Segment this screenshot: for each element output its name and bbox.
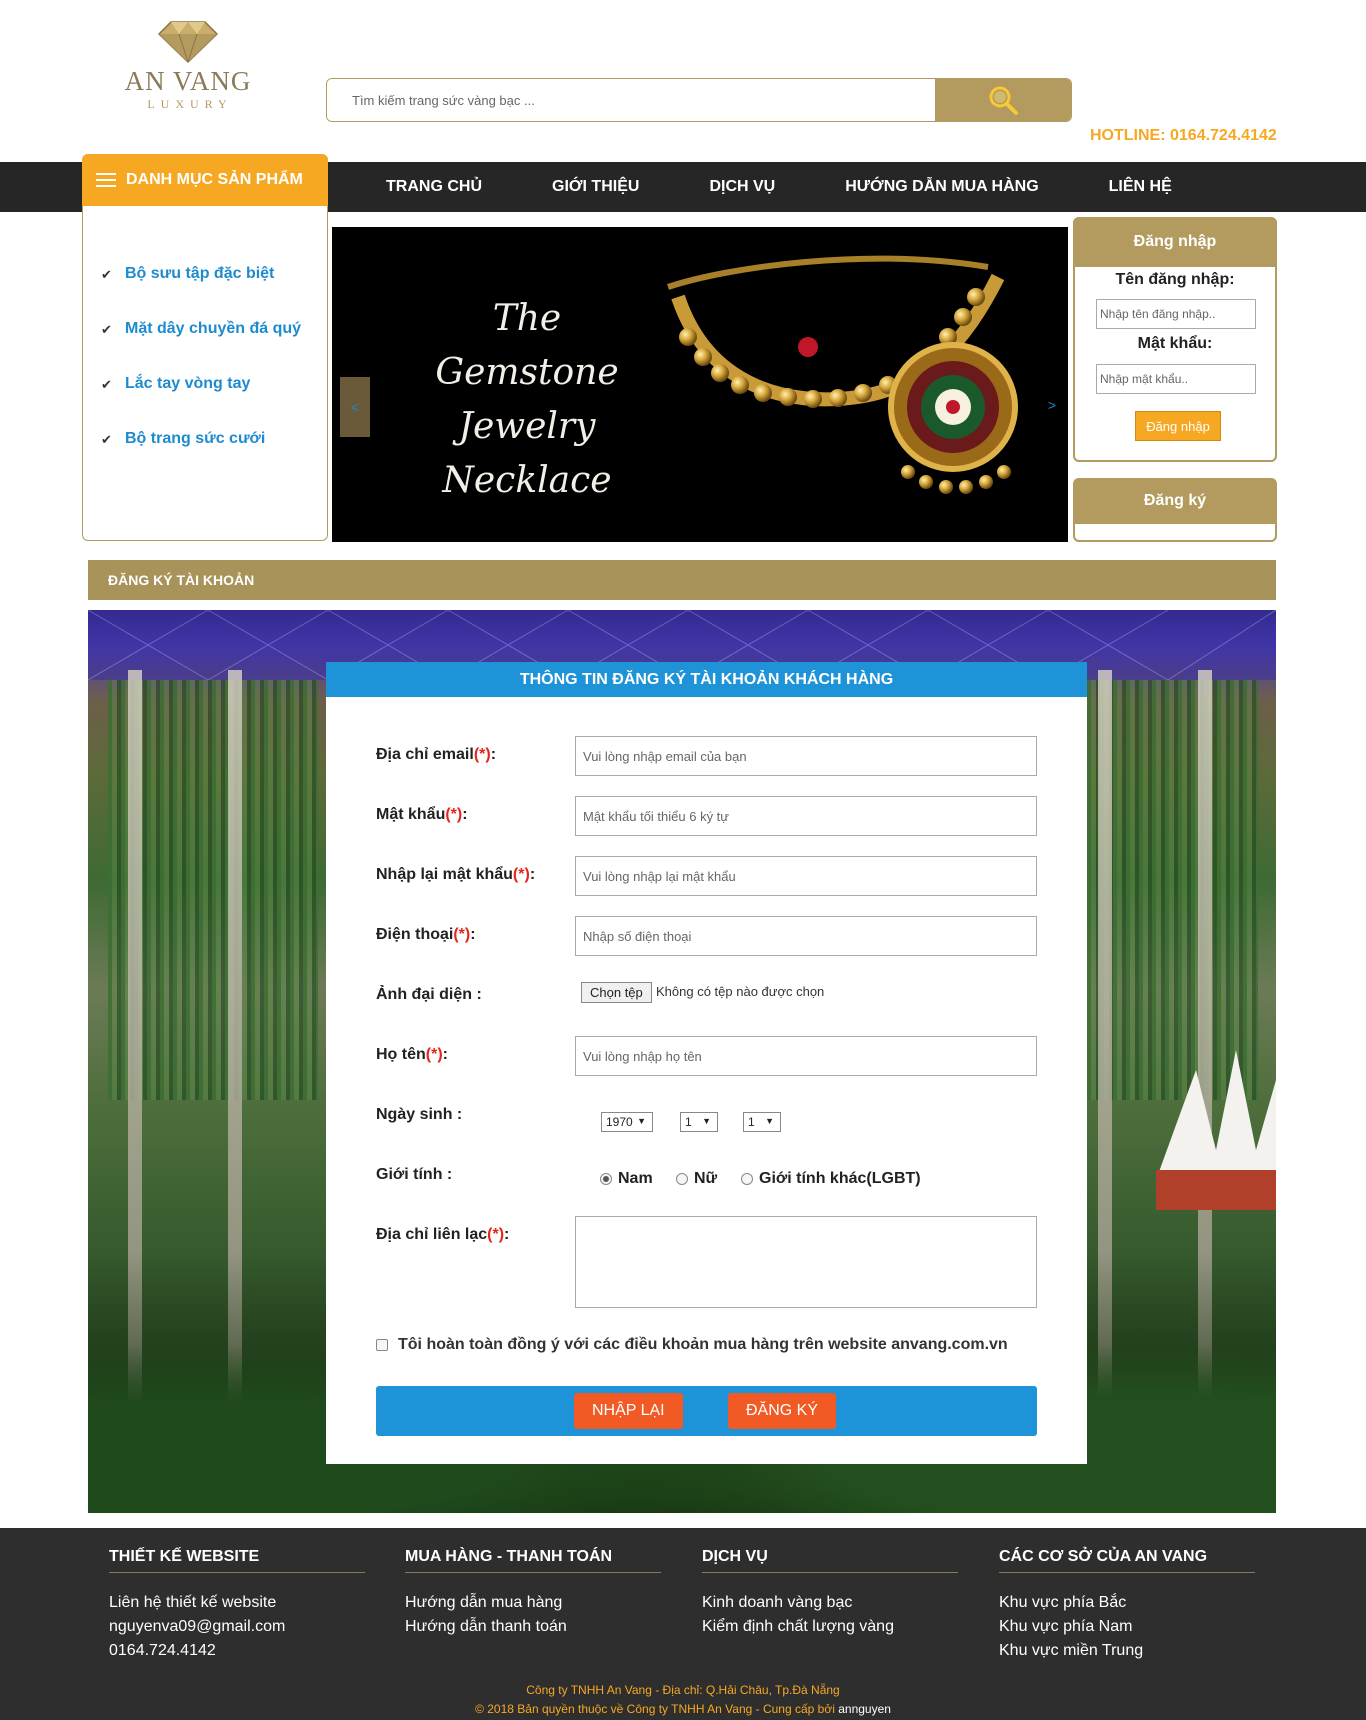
footer-link[interactable]: Hướng dẫn mua hàng <box>405 1591 661 1615</box>
check-icon: ✔ <box>101 322 112 337</box>
username-label: Tên đăng nhập: <box>1115 271 1235 288</box>
repassword-label: Nhập lại mật khẩu(*): <box>376 866 536 883</box>
form-actions: NHẬP LẠI ĐĂNG KÝ <box>376 1386 1037 1436</box>
chevron-down-icon: ▼ <box>702 1116 711 1126</box>
category-title: DANH MỤC SẢN PHẨM <box>126 171 303 188</box>
footer-link[interactable]: Khu vực phía Nam <box>999 1615 1255 1639</box>
login-button[interactable]: Đăng nhập <box>1135 411 1221 441</box>
phone-label: Điện thoại(*): <box>376 926 476 943</box>
chevron-down-icon: ▼ <box>765 1116 774 1126</box>
search-icon <box>989 86 1018 115</box>
menu-icon <box>96 173 116 187</box>
gender-radio-female[interactable]: Nữ <box>676 1170 717 1188</box>
register-panel: Đăng ký <box>1073 478 1277 542</box>
choose-file-button[interactable]: Chọn tệp <box>581 982 652 1003</box>
nav-shopping-guide[interactable]: HƯỚNG DẪN MUA HÀNG <box>845 178 1038 196</box>
diamond-logo-icon <box>157 21 219 64</box>
nav-about[interactable]: GIỚI THIỆU <box>552 178 639 196</box>
footer-link[interactable]: Khu vực miền Trung <box>999 1639 1255 1663</box>
username-input[interactable] <box>1096 299 1256 329</box>
birth-day-select[interactable]: 1 ▼ <box>743 1112 781 1132</box>
logo-name: AN VANG <box>124 66 252 96</box>
footer-heading: MUA HÀNG - THANH TOÁN <box>405 1548 661 1573</box>
login-panel: Đăng nhập Tên đăng nhập: Mật khẩu: Đăng … <box>1073 217 1277 462</box>
checkbox-icon <box>376 1339 388 1351</box>
hotline: HOTLINE: 0164.724.4142 <box>1090 127 1277 144</box>
provider-link[interactable]: annguyen <box>838 1702 891 1716</box>
radio-icon <box>741 1173 753 1185</box>
login-password-input[interactable] <box>1096 364 1256 394</box>
footer-link[interactable]: Kinh doanh vàng bạc <box>702 1591 958 1615</box>
address-field[interactable] <box>575 1216 1037 1308</box>
footer: THIẾT KẾ WEBSITE Liên hệ thiết kế websit… <box>0 1528 1366 1720</box>
footer-column: CÁC CƠ SỞ CỦA AN VANG Khu vực phía Bắc K… <box>999 1548 1255 1663</box>
chevron-down-icon: ▼ <box>637 1116 646 1126</box>
password-label: Mật khẩu: <box>1137 335 1213 352</box>
birth-year-select[interactable]: 1970 ▼ <box>601 1112 653 1132</box>
address-label: Địa chỉ liên lạc(*): <box>376 1226 510 1243</box>
file-status: Không có tệp nào được chọn <box>656 984 825 999</box>
form-title: THÔNG TIN ĐĂNG KÝ TÀI KHOẢN KHÁCH HÀNG <box>326 662 1087 697</box>
banner-next-button[interactable]: > <box>1048 397 1056 413</box>
nav-services[interactable]: DỊCH VỤ <box>709 178 775 196</box>
footer-link[interactable]: Kiểm định chất lượng vàng <box>702 1615 958 1639</box>
registration-form: THÔNG TIN ĐĂNG KÝ TÀI KHOẢN KHÁCH HÀNG Đ… <box>326 662 1087 1464</box>
gender-radio-other[interactable]: Giới tính khác(LGBT) <box>741 1170 921 1188</box>
fullname-field[interactable] <box>575 1036 1037 1076</box>
logo[interactable]: AN VANG LUXURY <box>118 18 258 128</box>
password-label: Mật khẩu(*): <box>376 806 468 823</box>
email-field[interactable] <box>575 736 1037 776</box>
footer-link[interactable]: nguyenva09@gmail.com <box>109 1615 365 1639</box>
footer-heading: CÁC CƠ SỞ CỦA AN VANG <box>999 1548 1255 1573</box>
category-item[interactable]: ✔ Lắc tay vòng tay <box>101 375 301 430</box>
footer-link[interactable]: Khu vực phía Bắc <box>999 1591 1255 1615</box>
category-item[interactable]: ✔ Bộ trang sức cưới <box>101 430 301 485</box>
check-icon: ✔ <box>101 432 112 447</box>
nav-contact[interactable]: LIÊN HỆ <box>1109 178 1172 196</box>
necklace-image <box>667 255 1018 494</box>
gender-radio-male[interactable]: Nam <box>600 1170 653 1188</box>
reset-button[interactable]: NHẬP LẠI <box>574 1393 683 1429</box>
radio-icon <box>676 1173 688 1185</box>
category-item[interactable]: ✔ Mặt dây chuyền đá quý <box>101 320 301 375</box>
birth-month-select[interactable]: 1 ▼ <box>680 1112 718 1132</box>
category-panel: DANH MỤC SẢN PHẨM ✔ Bộ sưu tập đặc biệt ✔… <box>82 154 328 541</box>
password-field[interactable] <box>575 796 1037 836</box>
footer-column: DỊCH VỤ Kinh doanh vàng bạc Kiểm định ch… <box>702 1548 958 1639</box>
agree-checkbox[interactable]: Tôi hoàn toàn đồng ý với các điều khoản … <box>376 1336 1008 1354</box>
footer-link[interactable]: Liên hệ thiết kế website <box>109 1591 365 1615</box>
radio-icon <box>600 1173 612 1185</box>
category-item[interactable]: ✔ Bộ sưu tập đặc biệt <box>101 265 301 320</box>
hero-banner: The Gemstone Jewelry Necklace < > <box>332 227 1068 542</box>
email-label: Địa chỉ email(*): <box>376 746 497 763</box>
footer-address: Công ty TNHH An Vang - Địa chỉ: Q.Hải Ch… <box>526 1683 840 1697</box>
footer-heading: THIẾT KẾ WEBSITE <box>109 1548 365 1573</box>
footer-heading: DỊCH VỤ <box>702 1548 958 1573</box>
footer-copyright: © 2018 Bản quyền thuộc về Công ty TNHH A… <box>475 1702 891 1716</box>
tent-shape <box>1156 1050 1276 1210</box>
search-bar <box>326 78 1072 122</box>
section-title: ĐĂNG KÝ TÀI KHOẢN <box>88 560 1276 600</box>
nav-home[interactable]: TRANG CHỦ <box>386 178 482 196</box>
check-icon: ✔ <box>101 267 112 282</box>
submit-button[interactable]: ĐĂNG KÝ <box>728 1393 837 1429</box>
gender-label: Giới tính : <box>376 1166 453 1183</box>
search-input[interactable] <box>327 79 935 121</box>
repassword-field[interactable] <box>575 856 1037 896</box>
phone-field[interactable] <box>575 916 1037 956</box>
footer-link[interactable]: Hướng dẫn thanh toán <box>405 1615 661 1639</box>
footer-link[interactable]: 0164.724.4142 <box>109 1639 365 1663</box>
fullname-label: Họ tên(*): <box>376 1046 448 1063</box>
avatar-label: Ảnh đại diện : <box>376 986 482 1003</box>
banner-prev-button[interactable]: < <box>340 377 370 437</box>
birthday-label: Ngày sinh : <box>376 1106 463 1123</box>
search-button[interactable] <box>935 79 1071 121</box>
check-icon: ✔ <box>101 377 112 392</box>
category-header[interactable]: DANH MỤC SẢN PHẨM <box>82 154 328 206</box>
register-link[interactable]: Đăng ký <box>1073 478 1277 524</box>
footer-column: MUA HÀNG - THANH TOÁN Hướng dẫn mua hàng… <box>405 1548 661 1639</box>
logo-tagline: LUXURY <box>147 97 233 111</box>
footer-column: THIẾT KẾ WEBSITE Liên hệ thiết kế websit… <box>109 1548 365 1663</box>
login-title: Đăng nhập <box>1073 217 1277 267</box>
